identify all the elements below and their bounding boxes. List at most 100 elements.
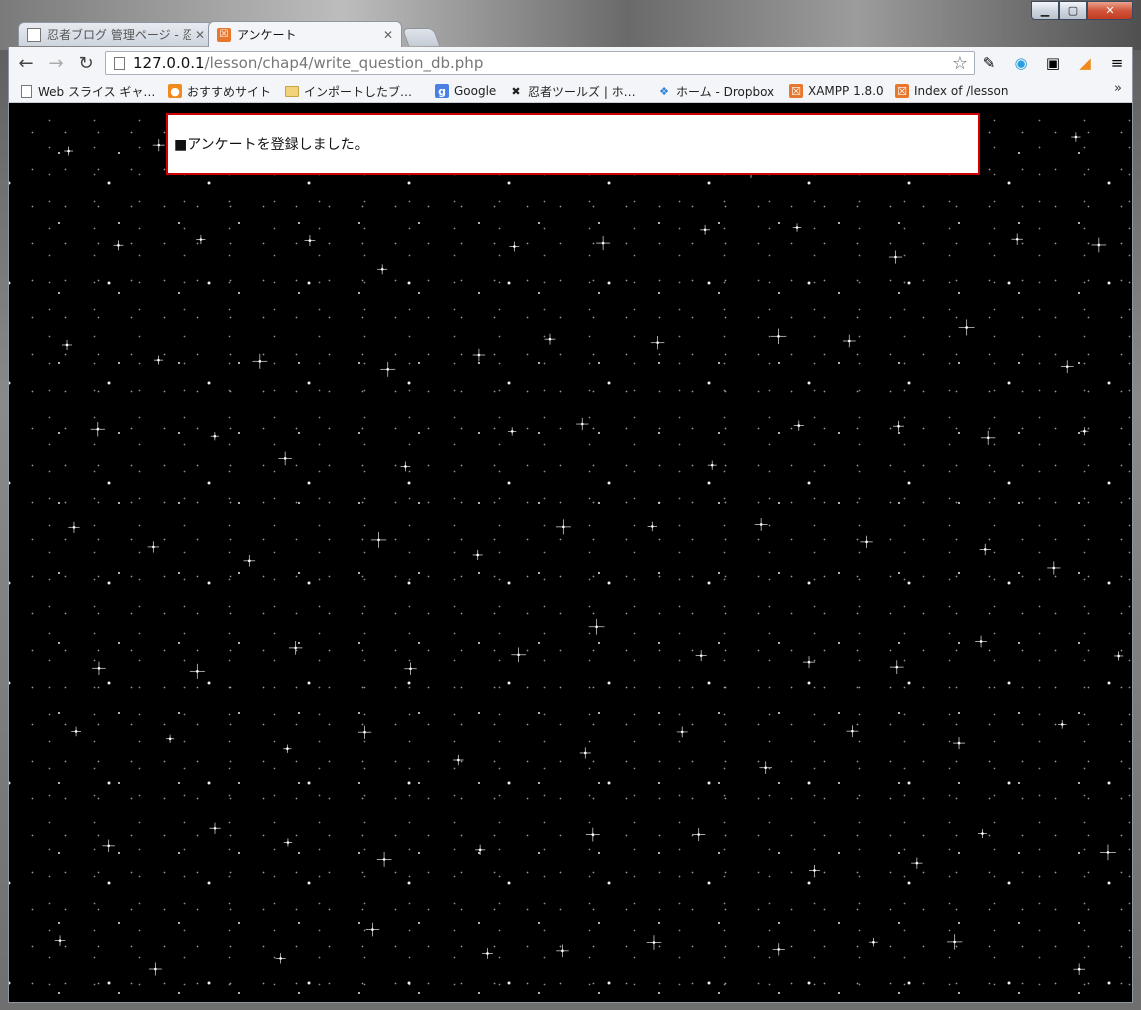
browser-window: ▁ ▢ ✕ 忍者ブログ 管理ページ - 忍者ブログ ✕ ☒ アンケート ✕ ← … [0,0,1141,1010]
sparkle-star-icon [544,333,556,345]
sparkle-star-icon [472,549,483,561]
sparkle-star-icon [64,146,74,156]
bookmark-label: ホーム - Dropbox [676,84,775,99]
sparkle-star-icon [975,635,987,648]
sparkle-star-icon [453,754,464,766]
new-tab-button[interactable] [401,28,441,46]
sparkle-star-icon [772,943,785,956]
sparkle-star-icon [889,660,904,675]
sparkle-star-icon [153,355,163,365]
bookmark-web-slice[interactable]: Web スライス ギャ… [19,82,155,100]
address-bar[interactable]: 127.0.0.1 /lesson/chap4/write_question_d… [105,51,975,75]
sparkle-star-icon [576,417,589,431]
sparkle-star-icon [893,420,904,432]
url-host: 127.0.0.1 [133,54,205,72]
sparkle-star-icon [288,641,303,655]
bookmark-label: おすすめサイト [187,84,272,99]
sparkle-star-icon [508,427,517,436]
tab-close-icon[interactable]: ✕ [383,28,393,42]
sparkle-star-icon [860,535,873,549]
bookmark-star-icon[interactable]: ☆ [952,53,968,74]
back-arrow-icon[interactable]: ← [15,53,37,74]
sparkle-star-icon [759,761,772,774]
bookmark-imported-folder[interactable]: インポートしたブ… [285,82,412,100]
sparkle-star-icon [90,422,105,437]
menu-icon[interactable]: ≡ [1107,53,1127,73]
bookmark-xampp[interactable]: ☒ XAMPP 1.8.0 [789,82,884,100]
skype-icon[interactable]: ◉ [1011,53,1031,73]
dropbox-icon: ❖ [659,84,669,98]
sparkle-star-icon [370,532,387,548]
sparkle-star-icon [380,361,396,377]
sparkle-star-icon [676,726,688,738]
eyedropper-icon[interactable]: ✎ [979,53,999,73]
sparkle-star-icon [700,224,711,235]
toolbar: ← → ↻ 127.0.0.1 /lesson/chap4/write_ques… [8,47,1133,79]
bookmark-ninja-tools[interactable]: ✖ 忍者ツールズ | ホ… [509,82,635,100]
sparkle-star-icon [695,650,707,662]
sparkle-star-icon [283,744,292,753]
sparkle-star-icon [61,339,73,351]
sparkle-star-icon [1047,561,1061,575]
rss-icon[interactable]: ◢ [1075,53,1095,73]
google-icon: g [435,84,449,98]
sparkle-star-icon [770,328,787,345]
sparkle-star-icon [1060,360,1074,373]
bookmark-google[interactable]: g Google [435,82,496,100]
confirmation-message: ■アンケートを登録しました。 [174,137,369,153]
tab-close-icon[interactable]: ✕ [195,28,205,42]
sparkle-star-icon [472,348,486,362]
sparkle-star-icon [376,852,392,867]
sparkle-star-icon [509,241,520,252]
bookmark-recommended-sites[interactable]: ● おすすめサイト [168,82,271,100]
close-window-button[interactable]: ✕ [1087,1,1133,20]
ninja-icon: ✖ [511,84,521,98]
bookmark-index-lesson[interactable]: ☒ Index of /lesson [895,82,1008,100]
bookmarks-overflow-chevron-icon[interactable]: » [1114,81,1122,96]
sparkle-star-icon [210,432,219,441]
sparkle-star-icon [981,430,996,445]
sparkle-star-icon [1057,720,1067,729]
starfield-background [54,120,1124,976]
reload-icon[interactable]: ↻ [75,53,97,74]
tab-questionnaire[interactable]: ☒ アンケート ✕ [208,21,402,47]
window-controls: ▁ ▢ ✕ [1031,1,1133,21]
sparkle-star-icon [707,460,717,470]
sparkle-star-icon [196,234,206,245]
forward-arrow-icon[interactable]: → [45,53,67,74]
sparkle-star-icon [1011,233,1023,245]
confirmation-message-box: ■アンケートを登録しました。 [166,113,980,175]
sparkle-star-icon [588,618,605,635]
sparkle-star-icon [869,937,878,947]
sparkle-star-icon [166,734,175,743]
sparkle-star-icon [647,521,658,532]
sparkle-star-icon [377,264,388,275]
sparkle-star-icon [283,838,293,847]
sparkle-star-icon [147,541,160,553]
sparkle-star-icon [842,334,856,348]
sparkle-star-icon [189,663,205,679]
sparkle-star-icon [365,922,380,937]
page-icon [19,84,33,98]
tab-strip: 忍者ブログ 管理ページ - 忍者ブログ ✕ ☒ アンケート ✕ [10,20,1130,47]
bookmark-dropbox[interactable]: ❖ ホーム - Dropbox [657,82,774,100]
minimize-button[interactable]: ▁ [1031,1,1059,20]
sparkle-star-icon [1114,651,1124,661]
sparkle-star-icon [68,521,80,533]
folder-icon [285,84,299,98]
sparkle-star-icon [585,827,600,842]
sparkle-star-icon [71,726,81,737]
maximize-button[interactable]: ▢ [1059,1,1087,20]
sparkle-star-icon [113,240,124,251]
sparkle-star-icon [646,935,662,950]
tab-ninja-blog[interactable]: 忍者ブログ 管理ページ - 忍者ブログ ✕ [18,22,214,46]
sparkle-star-icon [952,737,966,750]
sparkle-star-icon [793,420,804,431]
xampp-icon: ☒ [789,84,803,98]
sparkle-star-icon [692,827,706,842]
sparkle-star-icon [958,319,975,336]
sparkle-star-icon [92,661,106,676]
evernote-icon[interactable]: ▣ [1043,53,1063,73]
sparkle-star-icon [400,461,411,472]
sparkle-star-icon [792,223,802,232]
